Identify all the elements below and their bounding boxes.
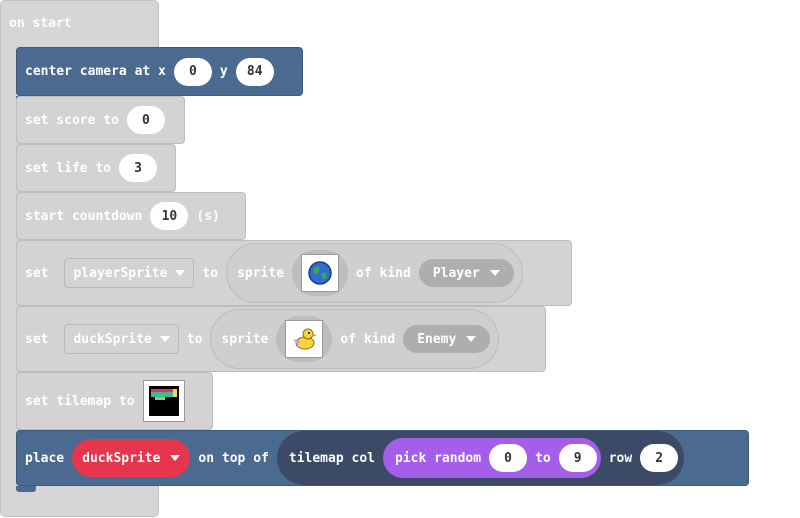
set-tilemap-label: set tilemap to bbox=[25, 393, 135, 409]
countdown-unit-label: (s) bbox=[196, 208, 220, 224]
camera-x-input[interactable]: 0 bbox=[173, 57, 212, 86]
player-sprite-variable-dropdown[interactable]: playerSprite bbox=[64, 258, 195, 288]
set-score-label: set score to bbox=[25, 112, 119, 128]
to-label: to bbox=[202, 265, 219, 281]
on-start-label: on start bbox=[9, 16, 72, 31]
start-countdown-block[interactable]: start countdown 10 (s) bbox=[16, 192, 246, 240]
earth-sprite-image[interactable] bbox=[301, 254, 340, 292]
chevron-down-icon bbox=[170, 455, 181, 461]
place-on-top-of-block[interactable]: place duckSprite on top of tilemap col p… bbox=[16, 430, 749, 486]
earth-icon bbox=[308, 261, 332, 285]
of-kind-label: of kind bbox=[340, 331, 396, 347]
to-label: to bbox=[186, 331, 203, 347]
random-to-label: to bbox=[535, 450, 551, 466]
tilemap-image[interactable] bbox=[142, 380, 185, 422]
variable-name: duckSprite bbox=[82, 450, 161, 466]
sprite-of-kind-block[interactable]: sprite of kind Player bbox=[226, 243, 523, 303]
set-label: set bbox=[25, 265, 49, 281]
chevron-down-icon bbox=[466, 336, 477, 342]
tilemap-col-label: tilemap col bbox=[288, 450, 375, 466]
sprite-label: sprite bbox=[221, 331, 269, 347]
variable-name: duckSprite bbox=[73, 331, 152, 347]
set-player-sprite-block[interactable]: set playerSprite to sprite of kind Playe… bbox=[16, 240, 572, 306]
kind-value: Enemy bbox=[417, 331, 457, 347]
camera-y-label: y bbox=[219, 64, 228, 79]
tilemap-icon bbox=[148, 386, 179, 416]
kind-dropdown[interactable]: Enemy bbox=[403, 325, 491, 353]
row-value-input[interactable]: 2 bbox=[640, 444, 679, 472]
kind-value: Player bbox=[432, 265, 480, 281]
sprite-label: sprite bbox=[237, 265, 285, 281]
start-countdown-label: start countdown bbox=[25, 208, 143, 224]
chevron-down-icon bbox=[175, 270, 186, 276]
tilemap-col-row-block[interactable]: tilemap col pick random 0 to 9 row 2 bbox=[276, 431, 685, 485]
set-life-block[interactable]: set life to 3 bbox=[16, 144, 176, 192]
camera-y-input[interactable]: 84 bbox=[235, 57, 274, 86]
set-life-label: set life to bbox=[25, 160, 112, 176]
set-duck-sprite-block[interactable]: set duckSprite to sprite of kind Enemy bbox=[16, 306, 546, 372]
row-label: row bbox=[608, 450, 633, 466]
place-label: place bbox=[25, 450, 65, 466]
of-kind-label: of kind bbox=[356, 265, 411, 281]
on-top-of-label: on top of bbox=[198, 450, 269, 466]
pick-random-label: pick random bbox=[394, 450, 482, 466]
sprite-image-well[interactable] bbox=[276, 316, 333, 362]
sprite-image-well[interactable] bbox=[292, 250, 349, 296]
center-camera-label: center camera at x bbox=[25, 64, 166, 79]
duck-sprite-variable-dropdown[interactable]: duckSprite bbox=[64, 324, 179, 354]
duck-sprite-image[interactable] bbox=[285, 320, 324, 358]
score-value-input[interactable]: 0 bbox=[126, 106, 165, 134]
kind-dropdown[interactable]: Player bbox=[418, 259, 514, 287]
block-notch bbox=[16, 486, 36, 492]
pick-random-block[interactable]: pick random 0 to 9 bbox=[382, 438, 601, 478]
random-to-input[interactable]: 9 bbox=[558, 444, 597, 472]
variable-name: playerSprite bbox=[73, 265, 168, 281]
sprite-of-kind-block[interactable]: sprite of kind Enemy bbox=[210, 309, 500, 369]
set-score-block[interactable]: set score to 0 bbox=[16, 96, 185, 144]
countdown-value-input[interactable]: 10 bbox=[150, 202, 189, 230]
life-value-input[interactable]: 3 bbox=[119, 154, 158, 182]
center-camera-block[interactable]: center camera at x 0 y 84 bbox=[16, 47, 303, 96]
set-tilemap-block[interactable]: set tilemap to bbox=[16, 372, 213, 430]
duck-sprite-variable-dropdown[interactable]: duckSprite bbox=[72, 439, 191, 477]
random-from-input[interactable]: 0 bbox=[489, 444, 528, 472]
duck-icon bbox=[293, 328, 318, 350]
chevron-down-icon bbox=[159, 336, 170, 342]
set-label: set bbox=[25, 331, 49, 347]
chevron-down-icon bbox=[489, 270, 500, 276]
